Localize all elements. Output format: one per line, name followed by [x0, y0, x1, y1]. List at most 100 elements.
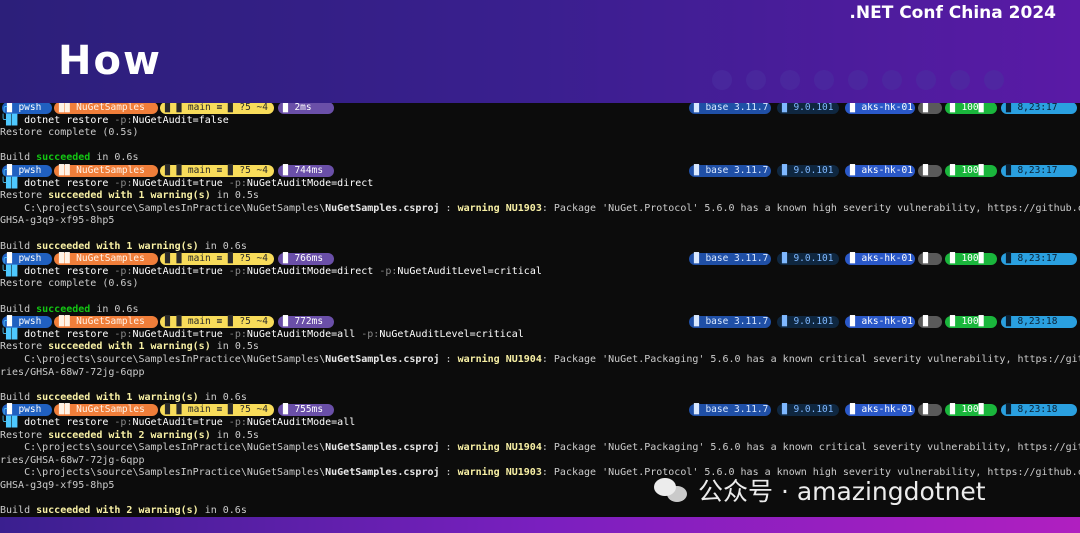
decor-dot [950, 70, 970, 90]
terminal-window[interactable]: ▉ pwsh ▉▉ NuGetSamples ▉ ▉ main ≡ ▉ ?5 ~4 ▉… [0, 103, 1080, 517]
output-segment: in 0.6s [198, 240, 247, 252]
command-line[interactable]: ╰▉▉ dotnet restore -p:NuGetAudit=false [0, 115, 229, 128]
prompt-git-status: ▉ ▉ main ≡ ▉ ?5 ~4 [160, 103, 274, 114]
output-segment: : [439, 354, 458, 365]
prompt-conda-env: ▉ base 3.11.7 [689, 316, 771, 329]
output-segment: in 0.6s [90, 152, 139, 164]
conference-title: .NET Conf China 2024 [849, 3, 1056, 23]
prompt-corner-glyph: ╭ [1, 103, 8, 113]
output-segment: Restore [0, 429, 49, 441]
prompt-conda-env: ▉ base 3.11.7 [689, 165, 771, 177]
prompt-path: ▉▉ NuGetSamples [54, 253, 158, 266]
output-line: C:\projects\source\SamplesInPractice\NuG… [0, 442, 1080, 455]
prompt-shell: ▉ pwsh [2, 165, 52, 177]
output-line: ries/GHSA-68w7-72jg-6qpp [0, 455, 145, 468]
output-line: Build succeeded with 2 warning(s) in 0.6… [0, 505, 247, 517]
decor-dot [916, 70, 936, 90]
command-token: -p: [228, 177, 247, 189]
output-segment: : [439, 442, 458, 454]
output-line: C:\projects\source\SamplesInPractice\NuG… [0, 203, 1080, 216]
output-line: Build succeeded in 0.6s [0, 304, 138, 317]
prompt-clock: ▉ 8,23:18 [1001, 316, 1077, 329]
output-segment: succeeded with 1 warning(s) [36, 391, 199, 403]
prompt-conda-env: ▉ base 3.11.7 [689, 404, 771, 417]
prompt-clock: ▉ 8,23:17 [1001, 165, 1077, 177]
output-segment: warning NU1904 [457, 354, 542, 365]
output-segment: C:\projects\source\SamplesInPractice\NuG… [0, 354, 326, 365]
output-segment: Restore complete (0.5s) [0, 127, 139, 139]
output-segment: warning NU1903 [457, 467, 542, 479]
output-segment: : Package 'NuGet.Packaging' 5.6.0 has a … [541, 354, 1080, 365]
command-token: -p: [379, 265, 398, 277]
output-segment: in 0.6s [198, 391, 247, 403]
prompt-dotnet-version: ▉ 9.0.101 [777, 404, 839, 417]
prompt-battery: ▉ 100▉ [945, 404, 997, 417]
command-line[interactable]: ╰▉▉ dotnet restore -p:NuGetAudit=true -p… [0, 266, 542, 279]
command-line[interactable]: ╰▉▉ dotnet restore -p:NuGetAudit=true -p… [0, 178, 373, 191]
output-segment: : [439, 202, 458, 214]
prompt-k8s-context: ▉ aks-hk-01 [845, 165, 915, 177]
slide-footer-bar [0, 517, 1080, 533]
output-line: Restore succeeded with 1 warning(s) in 0… [0, 341, 259, 354]
command-token: NuGetAuditMode=direct [246, 265, 380, 277]
decor-dot [780, 70, 800, 90]
slide-banner: .NET Conf China 2024 How [0, 0, 1080, 103]
prompt-arrow: ╰▉▉ [0, 114, 25, 126]
output-line: GHSA-g3q9-xf95-8hp5 [0, 215, 114, 228]
prompt-dotnet-version: ▉ 9.0.101 [777, 316, 839, 329]
prompt-status-segment: ▉ [918, 404, 942, 417]
output-line: Build succeeded with 1 warning(s) in 0.6… [0, 241, 247, 254]
prompt-conda-env: ▉ base 3.11.7 [689, 253, 771, 266]
decor-dot [984, 70, 1004, 90]
prompt-arrow: ╰▉▉ [0, 417, 25, 428]
command-line[interactable]: ╰▉▉ dotnet restore -p:NuGetAudit=true -p… [0, 417, 355, 430]
output-segment: Build [0, 505, 37, 517]
command-token: dotnet restore [24, 265, 115, 277]
prompt-battery: ▉ 100▉ [945, 103, 997, 114]
output-segment: in 0.6s [198, 505, 247, 517]
output-segment: succeeded with 1 warning(s) [36, 240, 199, 252]
prompt-status-segment: ▉ [918, 253, 942, 266]
command-token: -p: [228, 328, 247, 340]
command-token: dotnet restore [24, 417, 115, 428]
prompt-battery: ▉ 100▉ [945, 253, 997, 266]
decor-dot [814, 70, 834, 90]
output-line: C:\projects\source\SamplesInPractice\NuG… [0, 354, 1080, 367]
output-line: GHSA-g3q9-xf95-8hp5 [0, 480, 114, 493]
prompt-arrow: ╰▉▉ [0, 265, 25, 277]
prompt-clock: ▉ 8,23:17 [1001, 103, 1077, 114]
prompt-corner-glyph: ╭ [1, 404, 8, 416]
output-segment: in 0.5s [210, 429, 259, 441]
command-token: -p: [228, 265, 247, 277]
prompt-dotnet-version: ▉ 9.0.101 [777, 165, 839, 177]
prompt-k8s-context: ▉ aks-hk-01 [845, 253, 915, 266]
prompt-battery: ▉ 100▉ [945, 165, 997, 177]
output-segment: GHSA-g3q9-xf95-8hp5 [0, 215, 115, 227]
prompt-shell: ▉ pwsh [2, 103, 52, 114]
output-segment: C:\projects\source\SamplesInPractice\NuG… [0, 202, 326, 214]
prompt-clock: ▉ 8,23:17 [1001, 253, 1077, 266]
command-token: NuGetAuditMode=all [246, 328, 362, 340]
output-segment: in 0.5s [210, 190, 259, 202]
output-segment: Restore [0, 190, 49, 202]
prompt-status-segment: ▉ [918, 165, 942, 177]
command-line[interactable]: ╰▉▉ dotnet restore -p:NuGetAudit=true -p… [0, 329, 524, 342]
output-line: Restore complete (0.5s) [0, 127, 138, 140]
output-line: Restore succeeded with 1 warning(s) in 0… [0, 190, 259, 203]
prompt-git-status: ▉ ▉ main ≡ ▉ ?5 ~4 [160, 316, 274, 329]
output-line: Build succeeded with 1 warning(s) in 0.6… [0, 392, 247, 405]
prompt-duration: ▉ 772ms [278, 316, 334, 329]
command-token: -p: [114, 114, 133, 126]
prompt-corner-glyph: ╭ [1, 253, 8, 265]
prompt-status-segment: ▉ [918, 316, 942, 329]
output-segment: succeeded with 1 warning(s) [48, 190, 211, 202]
command-token: NuGetAudit=true [132, 328, 229, 340]
command-token: NuGetAuditLevel=critical [397, 265, 542, 277]
output-segment: NuGetSamples.csproj [325, 467, 440, 479]
command-token: NuGetAuditLevel=critical [379, 328, 524, 340]
command-token: -p: [114, 265, 133, 277]
output-segment: GHSA-g3q9-xf95-8hp5 [0, 480, 115, 491]
output-segment: succeeded with 2 warning(s) [48, 429, 211, 441]
output-segment: Build [0, 240, 37, 252]
output-segment: Build [0, 391, 37, 403]
